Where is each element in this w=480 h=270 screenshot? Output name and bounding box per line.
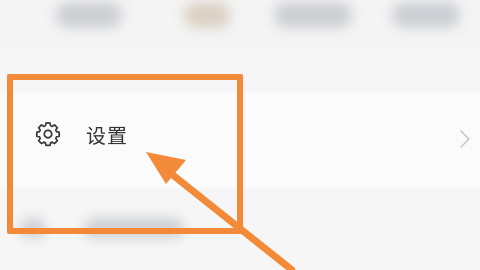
screen: 设置: [0, 0, 480, 270]
blurred-top-row: [0, 0, 480, 48]
blurred-lower-row: [0, 200, 480, 270]
blurred-app-icon: [184, 2, 230, 28]
blurred-app-icon: [56, 2, 122, 28]
gear-icon: [35, 122, 61, 147]
blurred-list-icon: [20, 218, 46, 238]
chevron-right-icon: [460, 130, 470, 148]
settings-label: 设置: [86, 124, 128, 148]
blurred-list-label: [84, 218, 184, 238]
blurred-app-icon: [392, 2, 460, 28]
settings-list-item[interactable]: [0, 92, 480, 188]
blurred-app-icon: [274, 2, 352, 28]
